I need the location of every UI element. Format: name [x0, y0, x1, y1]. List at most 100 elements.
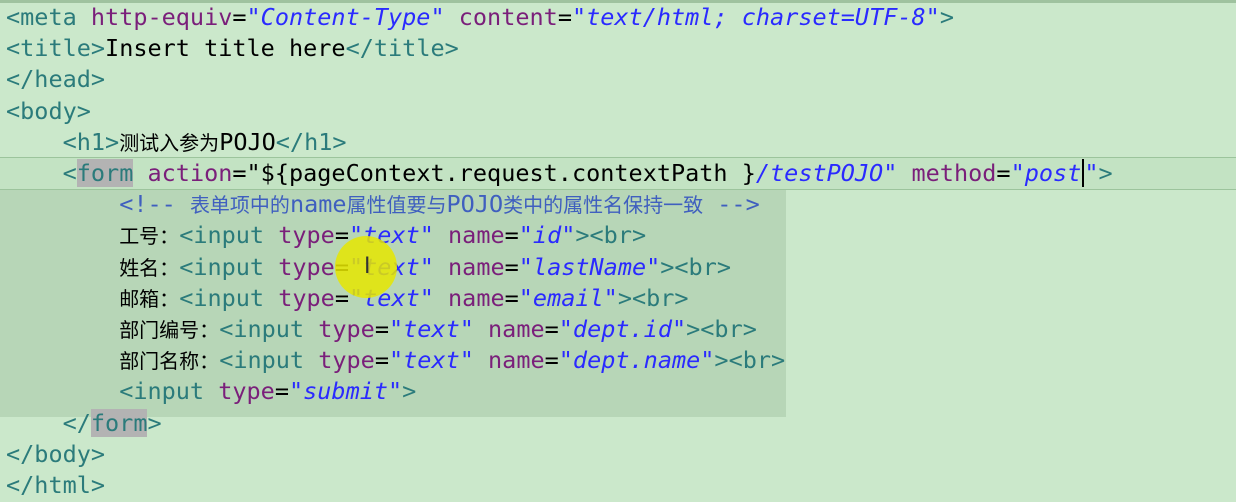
code-token: Insert title here — [105, 34, 346, 63]
code-token: = — [544, 315, 559, 343]
code-token: ><br> — [575, 221, 647, 250]
code-token: = — [504, 221, 519, 250]
code-token: <input — [179, 221, 279, 250]
code-token: <meta — [6, 3, 91, 31]
code-token: "email" — [518, 283, 618, 312]
code-token: 工号： — [119, 224, 180, 249]
code-line[interactable]: <body> — [6, 96, 91, 127]
code-token: > — [1098, 159, 1113, 187]
code-token: = — [374, 315, 389, 343]
code-line[interactable]: <meta http-equiv="Content-Type" content=… — [6, 2, 954, 33]
code-token: "text" — [388, 346, 474, 375]
code-line[interactable]: 部门编号：<input type="text" name="dept.id"><… — [6, 314, 757, 345]
code-token: 邮箱： — [119, 286, 180, 311]
code-line[interactable]: <input type="submit"> — [6, 376, 416, 407]
code-token: form — [90, 408, 148, 437]
code-token: = — [557, 3, 572, 31]
code-token: 部门名称： — [119, 349, 220, 374]
code-line[interactable]: </form> — [6, 408, 162, 439]
code-token: ><br> — [714, 346, 786, 375]
code-token: </title> — [345, 34, 459, 63]
code-token: 表单项中的 — [189, 193, 290, 218]
code-line[interactable]: </head> — [6, 64, 105, 95]
code-token: = — [374, 346, 389, 375]
code-token: "text/html; charset=UTF-8" — [571, 3, 940, 31]
code-token: <body> — [6, 96, 91, 125]
code-token: type — [278, 283, 335, 312]
code-token: 类中的属性名保持一致 — [503, 193, 704, 218]
code-token: < — [62, 159, 77, 187]
code-token: = — [996, 159, 1011, 187]
code-line[interactable]: <h1>测试入参为POJO</h1> — [6, 127, 347, 158]
code-line[interactable]: </html> — [6, 470, 105, 501]
code-token: ="${pageContext.request.contextPath } — [232, 159, 756, 187]
code-token: name — [488, 346, 545, 375]
code-token: type — [278, 221, 335, 250]
code-token: "dept.id" — [558, 315, 687, 343]
code-token: type — [318, 315, 375, 343]
code-token: <input — [219, 346, 319, 375]
code-token: " — [1084, 159, 1099, 187]
code-token: http-equiv — [90, 3, 233, 31]
code-token: 测试入参为 — [119, 130, 220, 155]
code-token: content — [458, 3, 558, 31]
code-token: "submit" — [288, 377, 403, 406]
code-token: 属性值要与 — [346, 193, 447, 218]
code-token: <title> — [6, 34, 106, 63]
code-line[interactable]: 部门名称：<input type="text" name="dept.name"… — [6, 345, 785, 376]
code-token: type — [218, 377, 275, 406]
code-editor[interactable]: <meta http-equiv="Content-Type" content=… — [0, 0, 1236, 502]
code-token: form — [76, 159, 134, 187]
code-token: "text" — [388, 315, 474, 343]
code-line[interactable]: 工号：<input type="text" name="id"><br> — [6, 220, 646, 251]
code-token: name — [448, 283, 505, 312]
code-token: </head> — [6, 65, 106, 94]
code-token: --> — [703, 190, 760, 219]
code-token: > — [939, 3, 954, 31]
code-line[interactable]: <form action="${pageContext.request.cont… — [6, 158, 1113, 189]
code-line[interactable]: <title>Insert title here</title> — [6, 33, 459, 64]
code-token: <input — [119, 377, 219, 406]
code-line[interactable]: <!-- 表单项中的name属性值要与POJO类中的属性名保持一致 --> — [6, 189, 760, 220]
code-token: type — [278, 252, 335, 281]
i-beam-icon: I — [364, 254, 371, 279]
code-token: "id" — [518, 221, 576, 250]
code-token: ><br> — [686, 315, 757, 343]
code-token: type — [318, 346, 375, 375]
code-token: 部门编号： — [119, 318, 220, 342]
code-line[interactable]: </body> — [6, 439, 105, 470]
code-token: = — [504, 283, 519, 312]
code-token: name — [448, 221, 505, 250]
code-token: </ — [62, 408, 91, 437]
code-token: ><br> — [617, 283, 689, 312]
code-token: name — [448, 252, 505, 281]
code-token: = — [232, 3, 247, 31]
code-token: > — [147, 408, 162, 437]
code-token: </html> — [6, 471, 106, 499]
code-token: name — [289, 190, 347, 219]
code-token: <h1> — [62, 127, 120, 156]
code-token: "lastName" — [518, 252, 661, 281]
code-token: <input — [219, 315, 319, 343]
code-token: POJO — [446, 190, 504, 219]
code-token: = — [504, 252, 519, 281]
code-token: /testPOJO" — [755, 159, 898, 187]
code-token: <input — [179, 252, 279, 281]
code-token: method — [911, 159, 997, 187]
